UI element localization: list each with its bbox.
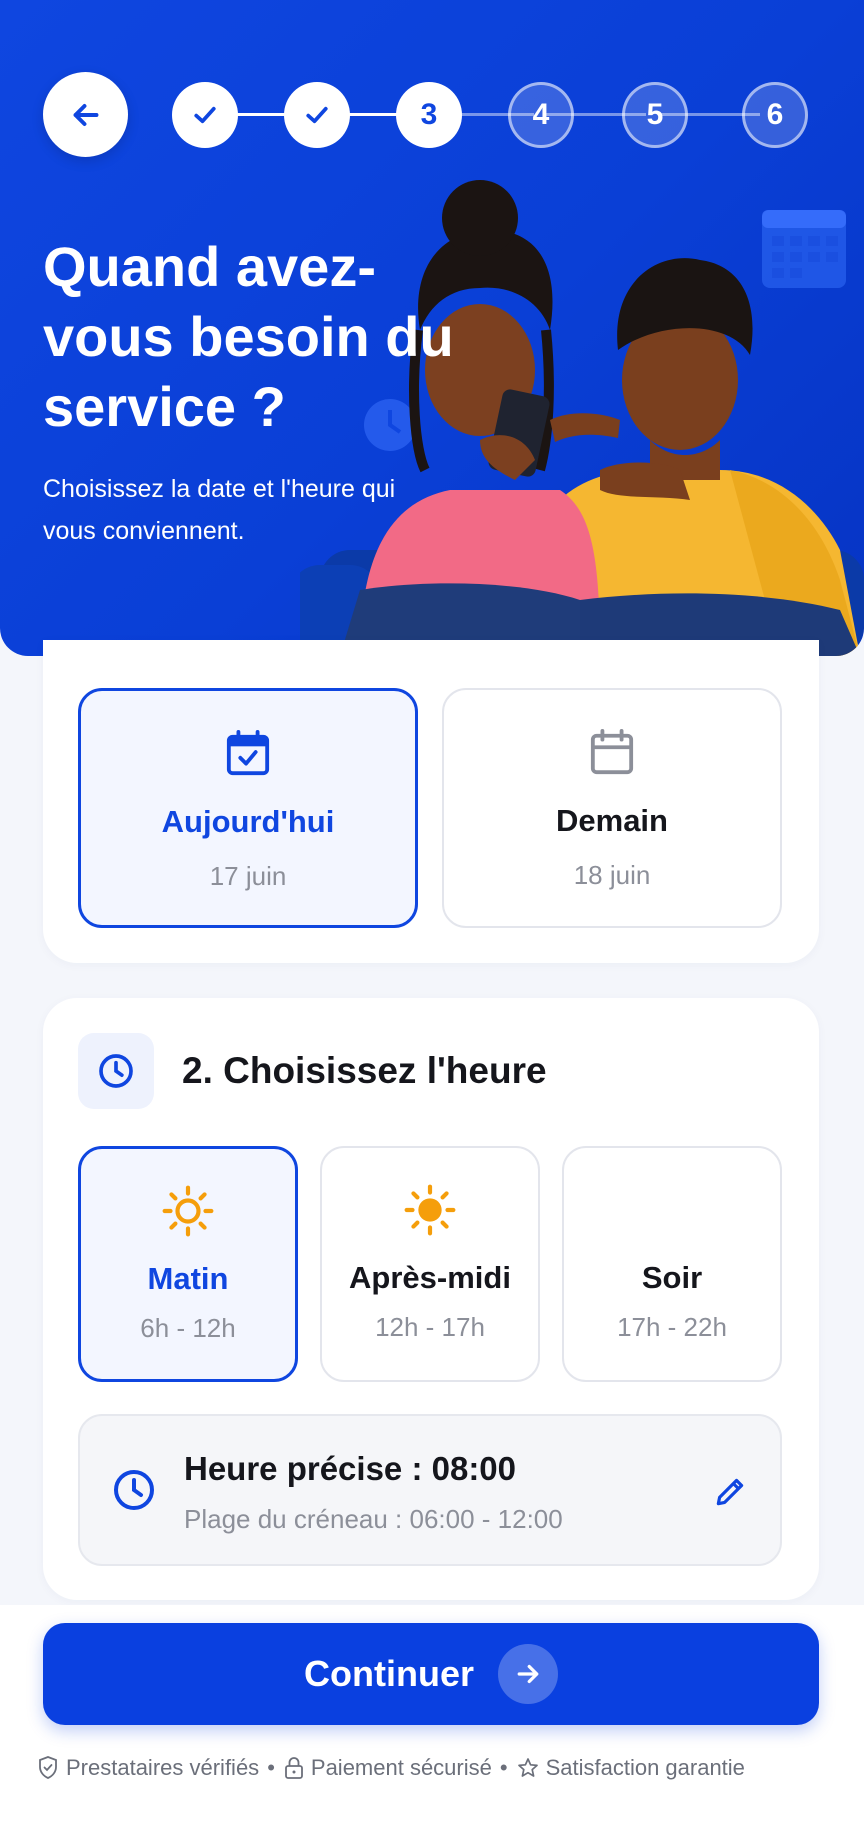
step-2-done (284, 82, 350, 148)
trust-label: Paiement sécurisé (310, 1755, 492, 1780)
date-option-date: 18 juin (573, 860, 651, 890)
arrow-left-icon (73, 103, 98, 126)
calendar-check-icon (226, 730, 270, 776)
time-option-range: 17h - 22h (617, 1312, 727, 1342)
page-title: Quand avez-vous besoin du service ? (43, 235, 454, 438)
continue-label: Continuer (304, 1653, 474, 1694)
time-option-label: Après-midi (349, 1260, 511, 1295)
pencil-icon (716, 1478, 744, 1506)
hero-header: 3 4 5 6 Quand avez-vous besoin du servic… (0, 0, 864, 656)
slot-range: Plage du créneau : 06:00 - 12:00 (184, 1504, 563, 1534)
page-subtitle: Choisissez la date et l'heure qui vous c… (43, 475, 396, 545)
date-option-tomorrow[interactable]: Demain 18 juin (442, 688, 782, 928)
date-option-label: Demain (556, 803, 668, 838)
trust-item: Satisfaction garantie (516, 1755, 745, 1781)
shield-check-icon (39, 1756, 57, 1779)
clock-icon (114, 1470, 154, 1510)
sun-icon (404, 1184, 456, 1236)
section-title: 2. Choisissez l'heure (182, 1050, 547, 1091)
back-button[interactable] (43, 72, 128, 157)
progress-stepper: 3 4 5 6 (0, 0, 864, 200)
star-icon (517, 1758, 538, 1777)
separator: • (267, 1755, 275, 1780)
step-4: 4 (508, 82, 574, 148)
time-option-morning[interactable]: Matin 6h - 12h (78, 1146, 298, 1382)
lock-icon (284, 1757, 303, 1779)
trust-item: Prestataires vérifiés (36, 1755, 259, 1781)
calendar-icon (590, 729, 634, 775)
time-option-afternoon[interactable]: Après-midi 12h - 17h (320, 1146, 540, 1382)
trust-label: Satisfaction garantie (545, 1755, 745, 1780)
moon-icon (660, 1189, 682, 1231)
precise-time-value: Heure précise : 08:00 (184, 1450, 517, 1487)
time-option-evening[interactable]: Soir 17h - 22h (562, 1146, 782, 1382)
arrow-right-icon (497, 1644, 558, 1704)
date-option-date: 17 juin (209, 861, 287, 891)
clock-section-icon (78, 1033, 154, 1109)
clock-icon (99, 1054, 133, 1088)
separator: • (499, 1755, 508, 1780)
time-option-label: Soir (641, 1260, 703, 1295)
time-option-range: 6h - 12h (140, 1313, 236, 1343)
step-5: 5 (622, 82, 688, 148)
time-option-range: 12h - 17h (375, 1312, 485, 1342)
date-option-today[interactable]: Aujourd'hui 17 juin (78, 688, 418, 928)
precise-time-field[interactable]: Heure précise : 08:00 Plage du créneau :… (78, 1414, 782, 1566)
step-3-current: 3 (396, 82, 462, 148)
date-option-label: Aujourd'hui (161, 804, 335, 839)
step-1-done (172, 82, 238, 148)
check-icon (306, 106, 328, 124)
continue-button[interactable]: Continuer (43, 1623, 819, 1725)
trust-badges: Prestataires vérifiés • Paiement sécuris… (36, 1752, 836, 1784)
time-option-label: Matin (147, 1261, 229, 1296)
sun-outline-icon (162, 1185, 214, 1237)
trust-item: Paiement sécurisé (283, 1755, 492, 1781)
trust-label: Prestataires vérifiés (66, 1755, 260, 1780)
step-6: 6 (742, 82, 808, 148)
check-icon (194, 106, 216, 124)
edit-time-button[interactable] (712, 1472, 750, 1515)
